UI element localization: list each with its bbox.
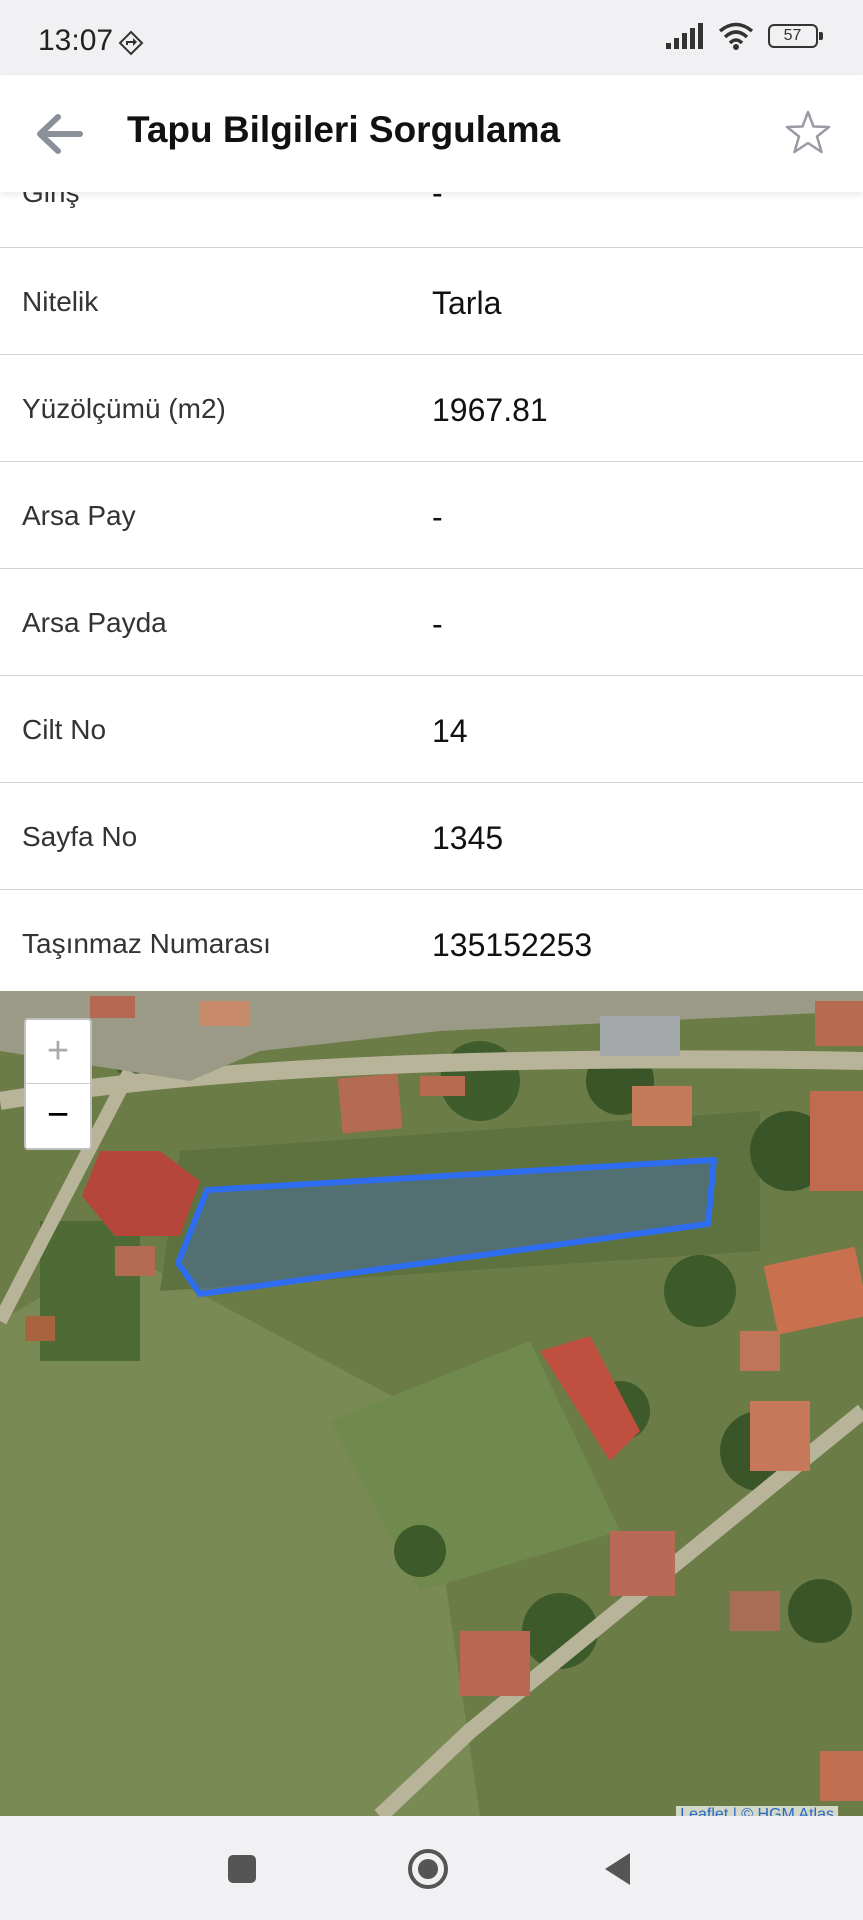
- zoom-in-button[interactable]: +: [26, 1020, 90, 1084]
- row-value: 135152253: [432, 927, 593, 963]
- row-label: Cilt No: [22, 714, 107, 745]
- satellite-map[interactable]: [0, 991, 863, 1816]
- map-zoom-control: + −: [24, 1018, 92, 1150]
- row-label: Arsa Payda: [22, 607, 167, 638]
- battery-level: 57: [783, 27, 802, 44]
- info-row-tasinmaz-numarasi: Taşınmaz Numarası 135152253: [0, 890, 863, 991]
- info-row-cilt-no: Cilt No 14: [0, 676, 863, 783]
- row-label: Arsa Pay: [22, 500, 136, 531]
- battery-icon: 57: [768, 24, 823, 48]
- row-label: Yüzölçümü (m2): [22, 393, 226, 424]
- home-icon[interactable]: [405, 1846, 451, 1892]
- back-icon[interactable]: [596, 1846, 642, 1892]
- system-nav-bar: [0, 1816, 863, 1920]
- star-icon[interactable]: [783, 108, 833, 158]
- back-arrow-icon[interactable]: [30, 107, 90, 161]
- row-value: 1345: [432, 820, 504, 856]
- row-label: Sayfa No: [22, 821, 138, 852]
- app-bar: Tapu Bilgileri Sorgulama: [0, 75, 863, 192]
- status-bar: 13:07 57: [0, 0, 863, 75]
- clock: 13:07: [38, 24, 114, 57]
- row-value: -: [432, 499, 443, 535]
- satellite-imagery: [0, 991, 863, 1816]
- info-row-arsa-payda: Arsa Payda -: [0, 569, 863, 676]
- parcel-info-list: Giriş - Nitelik Tarla Yüzölçümü (m2) 196…: [0, 155, 863, 991]
- navigation-arrow-icon: [118, 30, 144, 56]
- page-title: Tapu Bilgileri Sorgulama: [127, 109, 561, 150]
- row-label: Taşınmaz Numarası: [22, 928, 271, 959]
- row-value: 14: [432, 713, 468, 749]
- row-value: 1967.81: [432, 392, 548, 428]
- info-row-yuzolcumu: Yüzölçümü (m2) 1967.81: [0, 355, 863, 462]
- info-row-nitelik: Nitelik Tarla: [0, 248, 863, 355]
- signal-icon: [666, 23, 703, 49]
- wifi-icon: [718, 22, 754, 50]
- info-row-sayfa-no: Sayfa No 1345: [0, 783, 863, 890]
- row-value: -: [432, 606, 443, 642]
- zoom-out-button[interactable]: −: [26, 1084, 90, 1147]
- info-row-arsa-pay: Arsa Pay -: [0, 462, 863, 569]
- row-value: Tarla: [432, 285, 502, 321]
- recent-apps-icon[interactable]: [219, 1846, 265, 1892]
- row-label: Nitelik: [22, 286, 99, 317]
